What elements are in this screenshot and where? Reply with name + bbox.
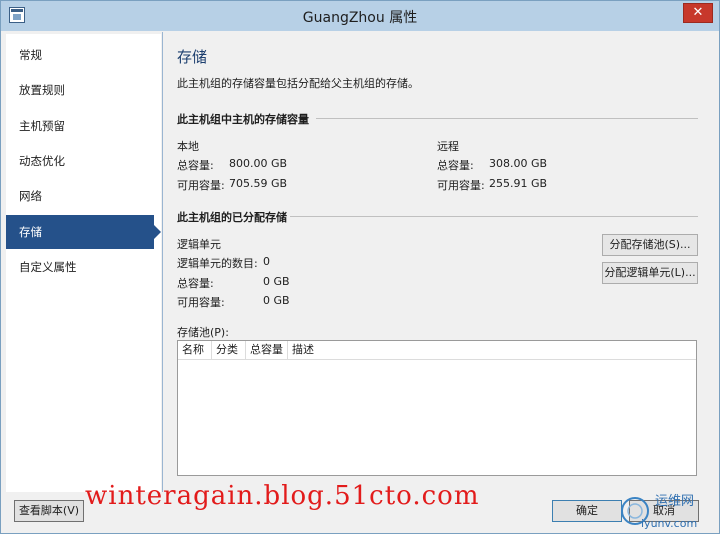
sidebar: 常规 放置规则 主机预留 动态优化 网络 存储 自定义属性 xyxy=(6,34,161,492)
remote-available-value: 255.91 GB xyxy=(489,177,548,190)
sidebar-item-custom-properties[interactable]: 自定义属性 xyxy=(6,250,161,284)
lun-count-label: 逻辑单元的数目: xyxy=(177,257,258,270)
capacity-section-heading: 此主机组中主机的存储容量 xyxy=(177,113,309,126)
storage-pool-list[interactable]: 名称 分类 总容量 描述 xyxy=(177,340,697,476)
sidebar-item-host-reserves[interactable]: 主机预留 xyxy=(6,109,161,143)
column-header-total-capacity[interactable]: 总容量 xyxy=(246,341,288,360)
column-header-description[interactable]: 描述 xyxy=(288,341,696,360)
logo-url: iyunv.com xyxy=(641,517,697,530)
ok-button[interactable]: 确定 xyxy=(552,500,622,522)
column-header-name[interactable]: 名称 xyxy=(178,341,212,360)
remote-available-label: 可用容量: xyxy=(437,179,485,192)
storage-pool-label: 存储池(P): xyxy=(177,326,229,339)
page-title: 存储 xyxy=(177,48,208,66)
allocated-section-heading: 此主机组的已分配存储 xyxy=(177,211,287,224)
lun-count-value: 0 xyxy=(263,255,270,268)
sidebar-item-general[interactable]: 常规 xyxy=(6,38,161,72)
column-header-category[interactable]: 分类 xyxy=(212,341,246,360)
site-logo: 运维网 iyunv.com xyxy=(621,494,697,530)
close-button[interactable]: ✕ xyxy=(683,3,713,23)
local-label: 本地 xyxy=(177,140,199,153)
blog-watermark: winteragain.blog.51cto.com xyxy=(85,481,480,511)
allocated-available-value: 0 GB xyxy=(263,294,290,307)
remote-label: 远程 xyxy=(437,140,459,153)
window-title: GuangZhou 属性 xyxy=(302,10,418,26)
remote-total-label: 总容量: xyxy=(437,159,474,172)
panel-divider xyxy=(162,32,163,492)
page-description: 此主机组的存储容量包括分配给父主机组的存储。 xyxy=(177,77,419,90)
properties-window: GuangZhou 属性 ✕ 常规 放置规则 主机预留 动态优化 网络 存储 自… xyxy=(0,0,720,534)
logo-inner-ring-icon xyxy=(627,503,643,519)
allocated-total-label: 总容量: xyxy=(177,277,214,290)
list-header: 名称 分类 总容量 描述 xyxy=(178,341,696,360)
remote-total-value: 308.00 GB xyxy=(489,157,548,170)
allocate-storage-pool-button[interactable]: 分配存储池(S)... xyxy=(602,234,698,256)
section-divider xyxy=(290,216,698,217)
logo-text: 运维网 xyxy=(655,494,694,509)
title-bar[interactable]: GuangZhou 属性 ✕ xyxy=(1,1,719,31)
sidebar-item-dynamic-optimization[interactable]: 动态优化 xyxy=(6,144,161,178)
sidebar-item-network[interactable]: 网络 xyxy=(6,179,161,213)
local-available-label: 可用容量: xyxy=(177,179,225,192)
local-total-label: 总容量: xyxy=(177,159,214,172)
local-available-value: 705.59 GB xyxy=(229,177,288,190)
sidebar-item-placement-rules[interactable]: 放置规则 xyxy=(6,73,161,107)
allocated-total-value: 0 GB xyxy=(263,275,290,288)
logical-unit-label: 逻辑单元 xyxy=(177,238,221,251)
allocated-available-label: 可用容量: xyxy=(177,296,225,309)
view-script-button[interactable]: 查看脚本(V) xyxy=(14,500,84,522)
allocate-logical-unit-button[interactable]: 分配逻辑单元(L)... xyxy=(602,262,698,284)
local-total-value: 800.00 GB xyxy=(229,157,288,170)
sidebar-item-storage[interactable]: 存储 xyxy=(6,215,161,249)
section-divider xyxy=(316,118,698,119)
main-panel: 存储 此主机组的存储容量包括分配给父主机组的存储。 此主机组中主机的存储容量 本… xyxy=(164,34,716,492)
